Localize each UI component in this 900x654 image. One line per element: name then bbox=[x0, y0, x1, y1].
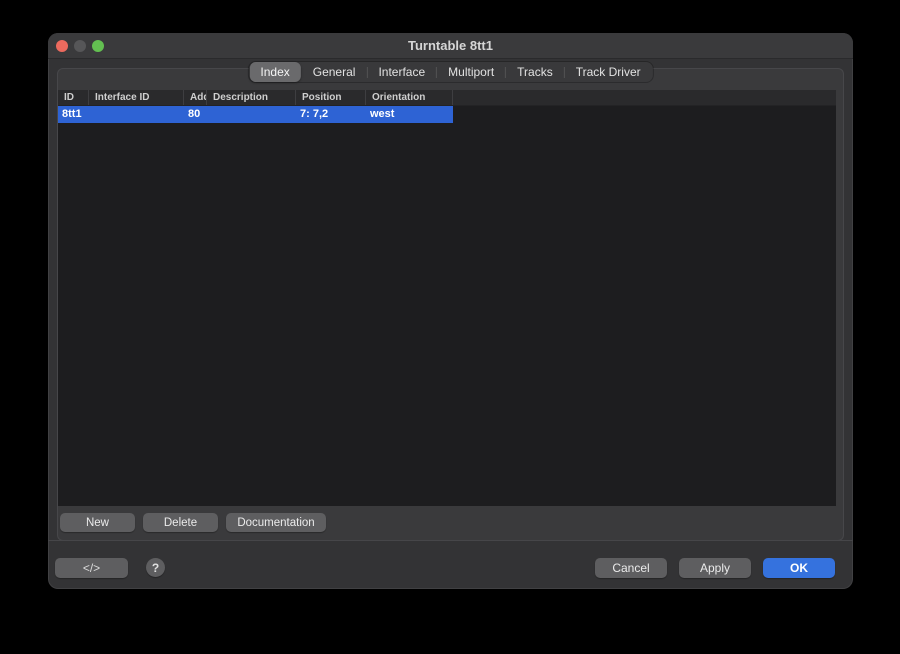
table-header: ID Interface ID Add Description Position… bbox=[58, 90, 836, 106]
column-header-interface-id[interactable]: Interface ID bbox=[89, 90, 184, 105]
column-header-description[interactable]: Description bbox=[207, 90, 296, 105]
code-button[interactable]: </> bbox=[55, 558, 128, 578]
cell-position: 7: 7,2 bbox=[296, 106, 366, 123]
dialog-action-buttons: Cancel Apply OK bbox=[595, 558, 835, 578]
help-button[interactable]: ? bbox=[146, 558, 165, 577]
ok-button[interactable]: OK bbox=[763, 558, 835, 578]
close-button[interactable] bbox=[56, 40, 68, 52]
window-title: Turntable 8tt1 bbox=[48, 33, 853, 59]
tab-bar: Index General Interface Multiport Tracks… bbox=[248, 62, 652, 82]
delete-button[interactable]: Delete bbox=[143, 513, 218, 532]
tab-index[interactable]: Index bbox=[249, 62, 300, 82]
column-header-filler bbox=[453, 90, 836, 105]
documentation-button[interactable]: Documentation bbox=[226, 513, 326, 532]
new-button[interactable]: New bbox=[60, 513, 135, 532]
titlebar[interactable]: Turntable 8tt1 bbox=[48, 33, 853, 59]
cell-interface-id bbox=[89, 106, 184, 123]
cell-description bbox=[207, 106, 296, 123]
column-header-add[interactable]: Add bbox=[184, 90, 207, 105]
column-header-id[interactable]: ID bbox=[58, 90, 89, 105]
turntable-dialog-window: Turntable 8tt1 Index General Interface M… bbox=[48, 33, 853, 589]
column-header-orientation[interactable]: Orientation bbox=[366, 90, 453, 105]
minimize-button bbox=[74, 40, 86, 52]
column-header-position[interactable]: Position bbox=[296, 90, 366, 105]
footer-divider bbox=[48, 540, 853, 541]
traffic-lights bbox=[56, 40, 104, 52]
apply-button[interactable]: Apply bbox=[679, 558, 751, 578]
footer-bar: </> ? Cancel Apply OK bbox=[48, 558, 853, 578]
cancel-button[interactable]: Cancel bbox=[595, 558, 667, 578]
table-row[interactable]: 8tt1 80 7: 7,2 west bbox=[58, 106, 453, 123]
cell-id: 8tt1 bbox=[58, 106, 89, 123]
tab-tracks[interactable]: Tracks bbox=[506, 62, 564, 82]
tab-multiport[interactable]: Multiport bbox=[437, 62, 505, 82]
tab-general[interactable]: General bbox=[302, 62, 367, 82]
cell-add: 80 bbox=[184, 106, 207, 123]
turntable-index-table[interactable]: ID Interface ID Add Description Position… bbox=[58, 90, 836, 506]
list-action-buttons: New Delete Documentation bbox=[60, 513, 326, 532]
zoom-button[interactable] bbox=[92, 40, 104, 52]
tab-interface[interactable]: Interface bbox=[367, 62, 436, 82]
tab-track-driver[interactable]: Track Driver bbox=[565, 62, 652, 82]
cell-orientation: west bbox=[366, 106, 453, 123]
